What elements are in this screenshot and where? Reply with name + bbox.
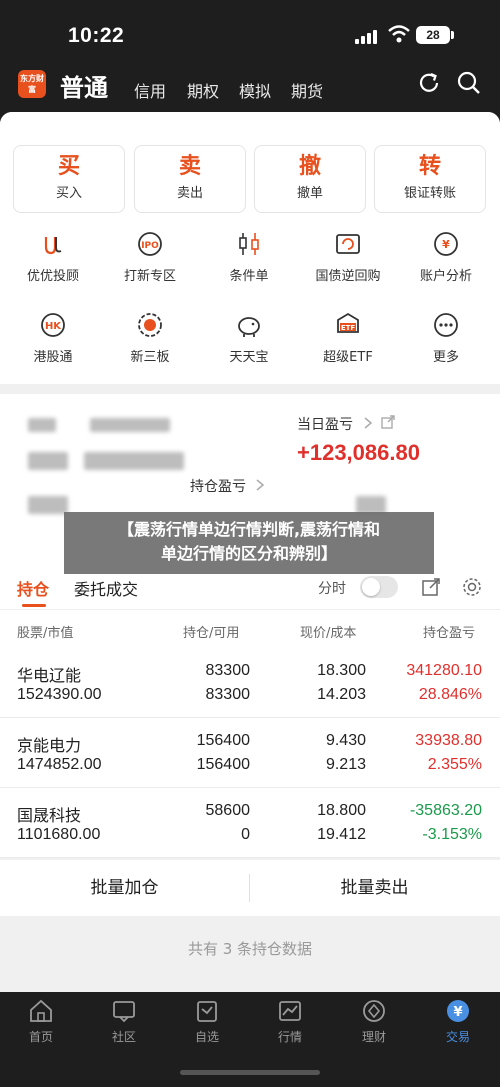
more-icon <box>434 313 458 337</box>
nav-home[interactable]: 首页 <box>11 998 71 1045</box>
feature-super-etf[interactable]: ETF 超级ETF <box>298 310 398 380</box>
tab-options[interactable]: 期权 <box>187 78 219 102</box>
trade-icon: ¥ <box>447 1000 469 1022</box>
tab-futures[interactable]: 期货 <box>291 78 323 102</box>
daily-profit-value: +123,086.80 <box>297 440 420 465</box>
new-third-board-icon <box>138 313 162 337</box>
status-time: 10:22 <box>68 24 125 47</box>
svg-text:HK: HK <box>45 321 62 332</box>
blurred-value <box>90 418 170 432</box>
svg-text:¥: ¥ <box>453 1005 462 1020</box>
account-type-title[interactable]: 普通 <box>60 68 108 103</box>
status-bar: 10:22 28 <box>0 0 500 62</box>
overlay-title-banner: 【震荡行情单边行情判断,震荡行情和 单边行情的区分和辨别】 <box>64 512 434 574</box>
nav-wealth[interactable]: 理财 <box>344 998 404 1045</box>
quick-actions-panel: 买 买入 卖 卖出 撤 撤单 转 银证转账 优优投顾 IPO 打新专区 条件单 … <box>0 112 500 384</box>
feature-more[interactable]: 更多 <box>396 310 496 380</box>
bottom-nav: 首页 社区 自选 行情 理财 ¥ 交易 <box>0 992 500 1087</box>
chevron-right-icon <box>364 417 373 429</box>
feature-uu-advisor[interactable]: 优优投顾 <box>3 229 103 299</box>
tab-simulation[interactable]: 模拟 <box>239 78 271 102</box>
community-icon <box>113 1001 135 1023</box>
home-icon <box>30 999 52 1022</box>
account-analysis-icon: ¥ <box>434 232 458 256</box>
cancel-order-button[interactable]: 撤 撤单 <box>254 145 366 213</box>
signal-icon <box>355 30 381 44</box>
blurred-value <box>28 418 56 432</box>
split-label: 分时 <box>318 581 346 597</box>
svg-text:¥: ¥ <box>442 238 450 251</box>
blurred-value <box>28 452 68 470</box>
table-row[interactable]: 京能电力 1474852.00 156400 156400 9.430 9.21… <box>0 718 500 788</box>
tab-positions[interactable]: 持仓 <box>17 576 49 600</box>
position-profit-label[interactable]: 持仓盈亏 <box>190 476 246 496</box>
ipo-icon: IPO <box>138 232 162 256</box>
search-icon[interactable] <box>456 70 482 96</box>
feature-conditional-order[interactable]: 条件单 <box>199 229 299 299</box>
chevron-right-icon <box>256 479 265 491</box>
watchlist-icon <box>197 1001 217 1022</box>
refresh-icon[interactable] <box>416 70 442 96</box>
share-icon[interactable] <box>380 414 396 430</box>
svg-text:ETF: ETF <box>341 324 356 332</box>
tab-orders[interactable]: 委托成交 <box>74 576 138 600</box>
feature-ipo[interactable]: IPO 打新专区 <box>100 229 200 299</box>
export-icon[interactable] <box>420 576 442 598</box>
feature-new-third-board[interactable]: 新三板 <box>100 310 200 380</box>
app-header: 东方财富 普通 信用 期权 模拟 期货 <box>0 62 500 112</box>
wealth-icon <box>363 1000 385 1022</box>
battery-icon: 28 <box>416 26 450 44</box>
wifi-icon <box>388 25 410 43</box>
positions-table-header: 股票/市值 持仓/可用 现价/成本 持仓盈亏 <box>0 610 500 648</box>
tab-credit[interactable]: 信用 <box>134 78 166 102</box>
nav-community[interactable]: 社区 <box>94 998 154 1045</box>
feature-tiantianbao[interactable]: 天天宝 <box>199 310 299 380</box>
market-chart-icon <box>279 1001 301 1021</box>
batch-sell-button[interactable]: 批量卖出 <box>250 860 499 916</box>
nav-trade[interactable]: ¥ 交易 <box>428 998 488 1045</box>
piggy-bank-icon <box>238 317 260 337</box>
nav-watchlist[interactable]: 自选 <box>177 998 237 1045</box>
feature-hk-connect[interactable]: HK 港股通 <box>3 310 103 380</box>
uu-advisor-icon <box>44 237 62 255</box>
sell-button[interactable]: 卖 卖出 <box>134 145 246 213</box>
blurred-value <box>28 496 68 514</box>
buy-button[interactable]: 买 买入 <box>13 145 125 213</box>
positions-count: 共有 3 条持仓数据 <box>187 940 313 958</box>
feature-bond-repo[interactable]: 国债逆回购 <box>298 229 398 299</box>
batch-actions: 批量加仓 批量卖出 <box>0 860 500 916</box>
table-row[interactable]: 国晟科技 1101680.00 58600 0 18.800 19.412 -3… <box>0 788 500 858</box>
hk-icon: HK <box>41 313 65 337</box>
home-indicator <box>180 1070 320 1075</box>
bank-transfer-button[interactable]: 转 银证转账 <box>374 145 486 213</box>
settings-icon[interactable] <box>461 576 483 598</box>
batch-add-button[interactable]: 批量加仓 <box>0 860 249 916</box>
daily-profit-label[interactable]: 当日盈亏 <box>297 414 353 434</box>
etf-icon: ETF <box>337 312 359 333</box>
blurred-value <box>84 452 184 470</box>
candlestick-icon <box>239 233 259 255</box>
app-logo: 东方财富 <box>18 70 46 98</box>
table-row[interactable]: 华电辽能 1524390.00 83300 83300 18.300 14.20… <box>0 648 500 718</box>
feature-account-analysis[interactable]: ¥ 账户分析 <box>396 229 496 299</box>
nav-market[interactable]: 行情 <box>260 998 320 1045</box>
split-toggle[interactable] <box>360 576 398 598</box>
svg-text:IPO: IPO <box>141 241 159 251</box>
bond-repo-icon <box>336 234 360 254</box>
